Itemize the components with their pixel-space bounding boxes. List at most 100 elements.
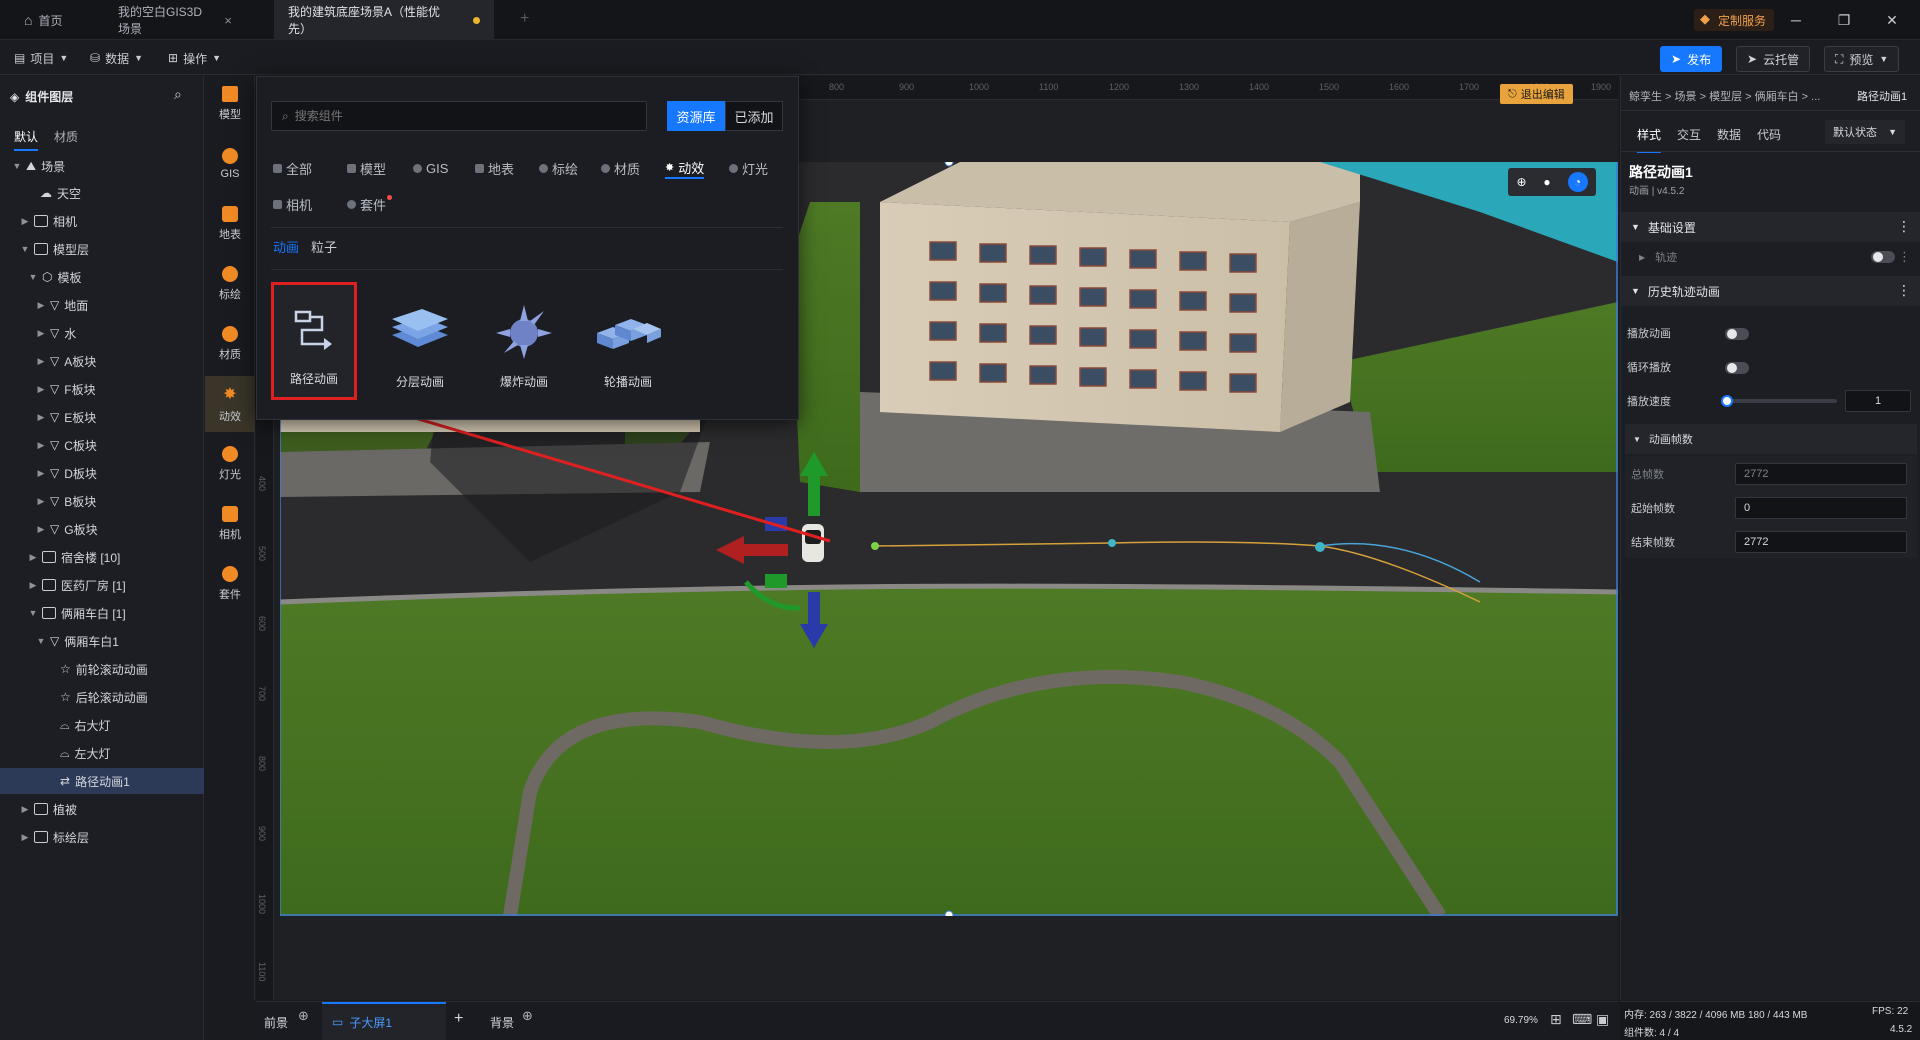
tree-item-left-headlight[interactable]: ⌓ 左大灯 [0,740,204,766]
start-frame-input[interactable]: 0 [1735,497,1907,519]
more-icon[interactable]: ⋮ [1897,282,1911,299]
more-icon[interactable]: ⋮ [1897,218,1911,235]
tab-building-scene[interactable]: 我的建筑底座场景A（性能优先） [274,0,494,40]
tree-item-block-d[interactable]: ▶ ▽ D板块 [0,460,204,486]
tree-item-car[interactable]: ▼ ▽ 俩厢车白1 [0,628,204,654]
category-kit[interactable]: 套件 [347,193,393,215]
menu-operation[interactable]: ⊞ 操作 ▼ [168,47,221,69]
caret-right-icon[interactable]: ▶ [20,832,30,843]
tab-default[interactable]: 默认 [14,128,39,151]
category-camera[interactable]: 相机 [205,496,255,552]
caret-right-icon[interactable]: ▶ [28,552,38,563]
caret-right-icon[interactable]: ▶ [36,384,46,395]
menu-project[interactable]: ▤ 项目 ▼ [14,47,68,69]
foreground-tab[interactable]: 前景 [264,1014,288,1031]
section-history-track[interactable]: ▼ 历史轨迹动画 ⋮ [1621,276,1920,306]
menu-data[interactable]: ⛁ 数据 ▼ [90,47,143,69]
tree-item-vegetation[interactable]: ▶ 植被 [0,796,204,822]
caret-right-icon[interactable]: ▶ [36,496,46,507]
caret-down-icon[interactable]: ▼ [28,608,38,618]
tree-item-block-e[interactable]: ▶ ▽ E板块 [0,404,204,430]
preview-button[interactable]: ⛶ 预览 ▼ [1824,46,1900,72]
caret-right-icon[interactable]: ▶ [36,524,46,535]
tree-item-car-group[interactable]: ▼ 俩厢车白 [1] [0,600,204,626]
category-terrain[interactable]: 地表 [205,196,255,252]
category-light[interactable]: 灯光 [205,436,255,492]
tree-item-camera[interactable]: ▶ 相机 [0,208,204,234]
add-foreground-icon[interactable]: ⊕ [298,1008,309,1024]
caret-right-icon[interactable]: ▶ [20,804,30,815]
category-kit[interactable]: 套件 [205,556,255,612]
tab-home[interactable]: ⌂ 首页 [10,0,76,40]
tab-gis3d[interactable]: 我的空白GIS3D场景 × [104,0,246,40]
tree-item-water[interactable]: ▶ ▽ 水 [0,320,204,346]
state-select[interactable]: 默认状态 ▼ [1825,120,1905,144]
more-icon[interactable]: ⋮ [1898,249,1911,265]
tab-interaction[interactable]: 交互 [1677,126,1701,143]
category-material[interactable]: 材质 [205,316,255,372]
zoom-level[interactable]: 69.79% [1504,1015,1538,1026]
tree-item-scene[interactable]: ▼ ⛰ 场景 [0,153,204,179]
section-frames[interactable]: ▼ 动画帧数 [1625,424,1917,454]
slider-handle[interactable] [1721,395,1733,407]
tree-item-path-anim[interactable]: ⇄ 路径动画1 [0,768,204,794]
restore-icon[interactable]: ❐ [1832,8,1856,32]
background-tab[interactable]: 背景 [490,1014,514,1031]
speed-slider[interactable] [1721,395,1837,407]
category-model[interactable]: 模型 [205,76,255,132]
add-screen-icon[interactable]: + [454,1010,463,1028]
tree-item-block-b[interactable]: ▶ ▽ B板块 [0,488,204,514]
tree-item-block-g[interactable]: ▶ ▽ G板块 [0,516,204,542]
subtab-animation[interactable]: 动画 [273,237,299,256]
tree-item-dormitory[interactable]: ▶ 宿舍楼 [10] [0,544,204,570]
category-gis[interactable]: GIS [205,136,255,192]
tree-item-block-f[interactable]: ▶ ▽ F板块 [0,376,204,402]
category-gis[interactable]: GIS [413,157,448,179]
category-plot[interactable]: 标绘 [205,256,255,312]
tree-item-template[interactable]: ▼ ⬡ 模板 [0,264,204,290]
category-camera[interactable]: 相机 [273,193,312,215]
fit-screen-icon[interactable]: ⊞ [1550,1011,1562,1028]
close-window-icon[interactable]: ✕ [1880,8,1904,32]
card-layer-animation[interactable]: 分层动画 [377,282,463,400]
breadcrumb[interactable]: 鲸孪生 > 场景 > 模型层 > 俩厢车白 > ... [1629,88,1820,104]
category-terrain[interactable]: 地表 [475,157,514,179]
add-background-icon[interactable]: ⊕ [522,1008,533,1024]
resource-library-tab[interactable]: 资源库 [667,101,725,131]
caret-right-icon[interactable]: ▶ [36,300,46,311]
tree-item-front-wheel-anim[interactable]: ☆ 前轮滚动动画 [0,656,204,682]
tree-item-rear-wheel-anim[interactable]: ☆ 后轮滚动动画 [0,684,204,710]
speed-input[interactable]: 1 [1845,390,1911,412]
category-model[interactable]: 模型 [347,157,386,179]
cloud-hosting-button[interactable]: ➤ 云托管 [1736,46,1811,72]
publish-button[interactable]: ➤ 发布 [1660,46,1723,72]
tab-material[interactable]: 材质 [54,128,78,145]
caret-down-icon[interactable]: ▼ [36,636,46,646]
tab-style[interactable]: 样式 [1637,126,1662,153]
caret-down-icon[interactable]: ▼ [28,272,38,282]
custom-service-button[interactable]: ◆ 定制服务 [1694,9,1775,31]
minimize-icon[interactable]: ─ [1784,8,1808,32]
search-field[interactable]: ⌕ [271,101,647,131]
category-material[interactable]: 材质 [601,157,640,179]
subtab-particle[interactable]: 粒子 [311,237,337,256]
play-toggle[interactable] [1725,328,1749,340]
caret-down-icon[interactable]: ▼ [20,244,30,254]
caret-right-icon[interactable]: ▶ [20,216,30,227]
added-tab[interactable]: 已添加 [725,101,783,131]
caret-right-icon[interactable]: ▶ [28,580,38,591]
end-frame-input[interactable]: 2772 [1735,531,1907,553]
tree-item-model-layer[interactable]: ▼ 模型层 [0,236,204,262]
tab-data[interactable]: 数据 [1717,126,1741,143]
tree-item-sky[interactable]: ☁ 天空 [0,180,204,206]
caret-right-icon[interactable]: ▶ [36,412,46,423]
category-plot[interactable]: 标绘 [539,157,578,179]
add-tab-icon[interactable]: + [520,10,529,28]
tree-item-block-a[interactable]: ▶ ▽ A板块 [0,348,204,374]
close-icon[interactable]: × [224,13,232,28]
category-effects[interactable]: ✸ 动效 [205,376,255,432]
tab-code[interactable]: 代码 [1757,126,1781,143]
caret-right-icon[interactable]: ▶ [36,356,46,367]
tree-item-plot-layer[interactable]: ▶ 标绘层 [0,824,204,850]
tree-item-ground[interactable]: ▶ ▽ 地面 [0,292,204,318]
